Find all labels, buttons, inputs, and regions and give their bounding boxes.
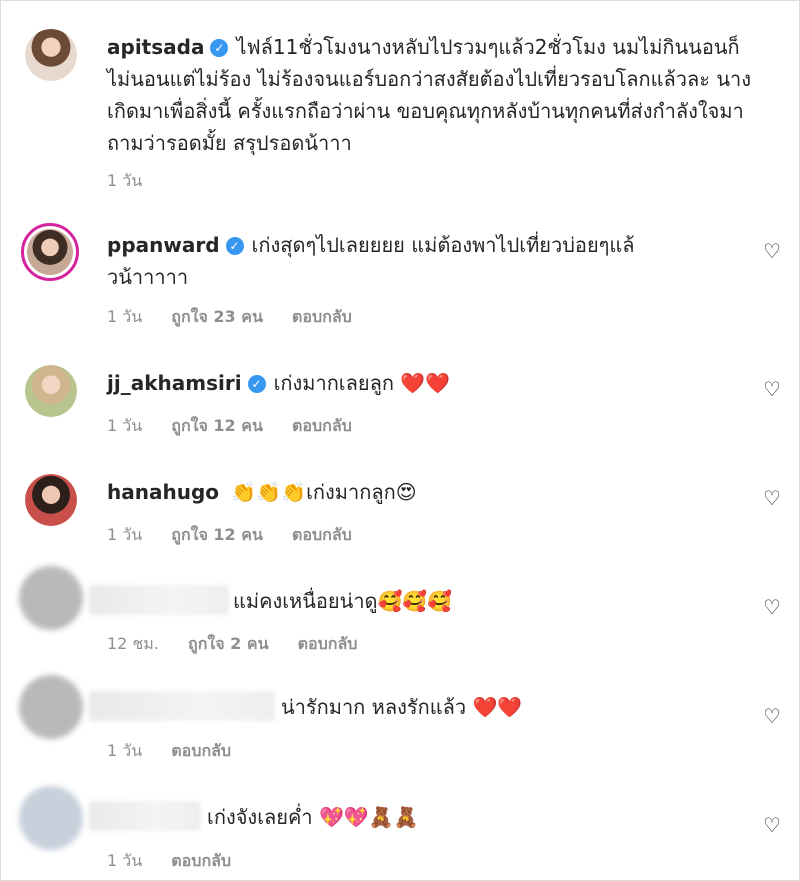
reply-button[interactable]: ตอบกลับ [171,851,231,870]
comment-body: hanahugo 👏👏👏เก่งมากลูก😍 [107,476,757,508]
username[interactable]: apitsada [107,35,204,59]
comments-panel: apitsada ✓ ไฟล์11ชั่วโมงนางหลับไปรวมๆแล้ว2… [0,0,800,881]
username[interactable]: ppanward [107,233,220,257]
comment-body: เก่งจังเลยค่ำ 💖💖🧸🧸 [207,801,627,833]
reply-button[interactable]: ตอบกลับ [292,307,352,326]
comment-time[interactable]: 1 วัน [107,171,142,190]
avatar[interactable] [25,365,77,417]
avatar[interactable] [19,675,83,739]
comment-meta: 1 วัน ถูกใจ 12 คน ตอบกลับ [107,414,376,439]
avatar-image [27,229,73,275]
heart-eyes-emoji: 😍 [395,480,417,504]
hearts-and-bears-emoji: 💖💖🧸🧸 [318,805,419,829]
heart-emoji: ❤️❤️ [472,695,523,719]
reply-button[interactable]: ตอบกลับ [292,525,352,544]
comment-text: น่ารักมาก หลงรักแล้ว [281,695,467,719]
verified-badge-icon: ✓ [225,237,244,255]
username[interactable]: hanahugo [107,480,219,504]
comment-time[interactable]: 1 วัน [107,741,142,760]
comment-body: jj_akhamsiri ✓ เก่งมากเลยลูก ❤️❤️ [107,367,757,399]
smiling-hearts-emoji: 🥰🥰🥰 [377,589,453,613]
avatar-image [25,474,77,526]
redacted-username [89,585,229,615]
like-count[interactable]: ถูกใจ 2 คน [188,634,268,653]
comment-time[interactable]: 12 ชม. [107,634,159,653]
comment-time[interactable]: 1 วัน [107,416,142,435]
comment-meta: 1 วัน ตอบกลับ [107,739,255,764]
avatar[interactable] [19,786,83,850]
reply-button[interactable]: ตอบกลับ [298,634,358,653]
heart-outline-icon[interactable]: ♡ [763,597,781,617]
comment-text: เก่งมากเลยลูก [273,371,394,395]
comment-meta: 1 วัน ถูกใจ 23 คน ตอบกลับ [107,305,376,330]
like-count[interactable]: ถูกใจ 12 คน [171,416,263,435]
comment-body: น่ารักมาก หลงรักแล้ว ❤️❤️ [281,691,701,723]
avatar[interactable] [21,223,79,281]
comment-text: แม่คงเหนื่อยน่าดู [233,589,378,613]
heart-outline-icon[interactable]: ♡ [763,488,781,508]
like-count[interactable]: ถูกใจ 23 คน [171,307,263,326]
comment-text: เก่งจังเลยค่ำ [207,805,313,829]
reply-button[interactable]: ตอบกลับ [171,741,231,760]
clap-emoji: 👏👏👏 [231,480,307,504]
avatar[interactable] [19,566,83,630]
comment-text: เก่งมากลูก [306,480,396,504]
comment-time[interactable]: 1 วัน [107,307,142,326]
verified-badge-icon: ✓ [247,375,266,393]
comment-meta: 12 ชม. ถูกใจ 2 คน ตอบกลับ [107,632,381,657]
redacted-username [89,691,275,721]
heart-outline-icon[interactable]: ♡ [763,706,781,726]
comment-body: แม่คงเหนื่อยน่าดู🥰🥰🥰 [233,585,683,617]
redacted-username [89,801,201,831]
avatar-image [25,365,77,417]
comment-meta: 1 วัน ตอบกลับ [107,849,255,874]
avatar[interactable] [25,474,77,526]
heart-outline-icon[interactable]: ♡ [763,815,781,835]
heart-outline-icon[interactable]: ♡ [763,241,781,261]
comment-time[interactable]: 1 วัน [107,851,142,870]
avatar[interactable] [25,29,77,81]
comment-body: ppanward ✓ เก่งสุดๆไปเลยยยย แม่ต้องพาไปเที… [107,229,677,293]
heart-outline-icon[interactable]: ♡ [763,379,781,399]
avatar-image [25,29,77,81]
verified-badge-icon: ✓ [210,39,229,57]
comment-body: apitsada ✓ ไฟล์11ชั่วโมงนางหลับไปรวมๆแล้ว2… [107,31,757,159]
reply-button[interactable]: ตอบกลับ [292,416,352,435]
comment-time[interactable]: 1 วัน [107,525,142,544]
heart-emoji: ❤️❤️ [400,371,451,395]
username[interactable]: jj_akhamsiri [107,371,242,395]
like-count[interactable]: ถูกใจ 12 คน [171,525,263,544]
comment-meta: 1 วัน ถูกใจ 12 คน ตอบกลับ [107,523,376,548]
comment-meta: 1 วัน [107,169,166,194]
